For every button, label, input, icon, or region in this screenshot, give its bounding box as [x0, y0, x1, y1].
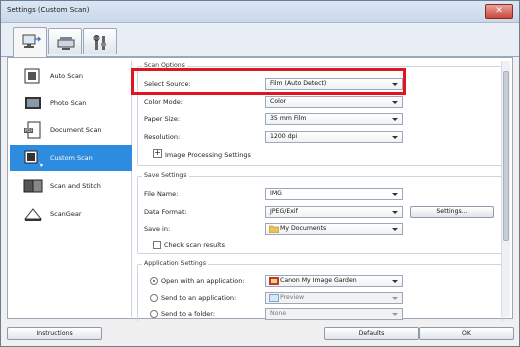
defaults-button[interactable]: Defaults: [324, 327, 419, 340]
color-mode-dropdown[interactable]: Color: [265, 96, 403, 108]
check-scan-results-label: Check scan results: [164, 241, 225, 249]
tab-scan-from-panel[interactable]: [48, 28, 82, 54]
open-with-application-value: Canon My Image Garden: [280, 277, 357, 284]
data-format-dropdown[interactable]: JPEG/Exif: [265, 206, 403, 218]
send-to-folder-radio[interactable]: [150, 310, 158, 318]
tab-bar: [1, 23, 519, 57]
sidebar-item-custom-scan[interactable]: Custom Scan: [10, 145, 132, 171]
custom-scan-icon: [24, 150, 43, 167]
sidebar-item-scangear[interactable]: ScanGear: [10, 201, 132, 227]
sidebar-item-label: Auto Scan: [50, 72, 83, 80]
photo-scan-icon: [25, 97, 41, 109]
sidebar-item-label: Document Scan: [50, 126, 102, 134]
highlight-box-select-source: [131, 68, 406, 95]
open-with-application-dropdown[interactable]: Canon My Image Garden: [265, 275, 403, 287]
send-to-application-label: Send to an application:: [161, 294, 237, 302]
send-to-folder-value: None: [270, 310, 287, 317]
save-settings-group: Save Settings File Name: IMG Data Format…: [137, 172, 503, 254]
check-scan-results-checkbox[interactable]: [153, 241, 161, 249]
instructions-button[interactable]: Instructions: [7, 327, 102, 340]
application-settings-title: Application Settings: [142, 260, 208, 267]
sidebar-item-label: Scan and Stitch: [50, 182, 101, 190]
sidebar-item-auto-scan[interactable]: Auto Scan: [10, 63, 132, 89]
save-settings-title: Save Settings: [142, 172, 189, 179]
chevron-down-icon: [392, 193, 398, 196]
resolution-label: Resolution:: [144, 133, 181, 141]
scan-type-sidebar: Auto Scan Photo Scan PDF Document Scan C…: [10, 61, 132, 317]
color-mode-value: Color: [270, 98, 287, 105]
send-to-folder-label: Send to a folder:: [161, 310, 216, 318]
main-panel: Auto Scan Photo Scan PDF Document Scan C…: [7, 57, 513, 322]
chevron-down-icon: [392, 211, 398, 214]
file-name-input[interactable]: IMG: [265, 188, 403, 200]
chevron-down-icon: [392, 297, 398, 300]
send-to-folder-dropdown[interactable]: None: [265, 308, 403, 320]
tab-general-settings[interactable]: [83, 28, 117, 54]
window-title: Settings (Custom Scan): [7, 6, 90, 14]
sidebar-item-label: Custom Scan: [50, 154, 93, 162]
expand-plus-icon[interactable]: +: [153, 149, 162, 158]
chevron-down-icon: [392, 136, 398, 139]
resolution-dropdown[interactable]: 1200 dpi: [265, 131, 403, 143]
file-name-value: IMG: [270, 190, 282, 197]
image-garden-icon: [269, 277, 279, 285]
scangear-icon: [23, 208, 43, 221]
settings-window: Settings (Custom Scan) ✕ Auto Scan Photo…: [0, 0, 520, 347]
resolution-value: 1200 dpi: [270, 133, 298, 140]
scroll-down-arrow-icon[interactable]: [502, 308, 510, 317]
application-settings-group: Application Settings Open with an applic…: [137, 260, 503, 322]
sidebar-item-scan-and-stitch[interactable]: Scan and Stitch: [10, 173, 132, 199]
tools-icon: [93, 35, 106, 50]
svg-text:PDF: PDF: [25, 128, 33, 133]
save-in-dropdown[interactable]: My Documents: [265, 223, 403, 235]
close-button[interactable]: ✕: [485, 4, 513, 19]
send-to-application-dropdown[interactable]: Preview: [265, 292, 403, 304]
send-to-application-value: Preview: [280, 294, 305, 301]
format-settings-button[interactable]: Settings...: [410, 206, 494, 218]
color-mode-label: Color Mode:: [144, 98, 183, 106]
tab-scan-from-computer[interactable]: [13, 27, 47, 57]
chevron-down-icon: [392, 118, 398, 121]
send-to-application-radio[interactable]: [150, 294, 158, 302]
chevron-down-icon: [392, 280, 398, 283]
paper-size-value: 35 mm Film: [270, 115, 307, 122]
computer-scan-icon: [22, 34, 41, 48]
save-in-label: Save in:: [144, 225, 171, 233]
image-processing-label[interactable]: Image Processing Settings: [165, 151, 251, 159]
open-with-application-radio[interactable]: [150, 277, 158, 285]
file-name-label: File Name:: [144, 190, 179, 198]
save-in-value: My Documents: [280, 225, 327, 232]
sidebar-item-document-scan[interactable]: PDF Document Scan: [10, 117, 132, 143]
vertical-scrollbar[interactable]: [501, 61, 510, 317]
chevron-down-icon: [392, 101, 398, 104]
open-with-application-label: Open with an application:: [161, 277, 245, 285]
auto-scan-icon: [24, 68, 40, 84]
paper-size-dropdown[interactable]: 35 mm Film: [265, 113, 403, 125]
sidebar-item-label: ScanGear: [50, 210, 82, 218]
chevron-down-icon: [392, 313, 398, 316]
scroll-up-arrow-icon[interactable]: [502, 61, 510, 70]
close-icon: ✕: [495, 6, 503, 16]
scrollbar-thumb[interactable]: [503, 71, 509, 241]
chevron-down-icon: [392, 228, 398, 231]
paper-size-label: Paper Size:: [144, 115, 181, 123]
data-format-label: Data Format:: [144, 208, 187, 216]
folder-icon: [269, 225, 279, 233]
scanner-icon: [57, 37, 75, 50]
stitch-icon: [23, 179, 43, 193]
data-format-value: JPEG/Exif: [270, 208, 298, 215]
title-bar: Settings (Custom Scan) ✕: [1, 1, 519, 23]
ok-button[interactable]: OK: [419, 327, 514, 340]
sidebar-item-label: Photo Scan: [50, 99, 87, 107]
preview-app-icon: [269, 294, 279, 302]
settings-content: Scan Options Select Source: Film (Auto D…: [134, 58, 512, 322]
document-scan-icon: PDF: [24, 121, 41, 139]
sidebar-item-photo-scan[interactable]: Photo Scan: [10, 90, 132, 116]
